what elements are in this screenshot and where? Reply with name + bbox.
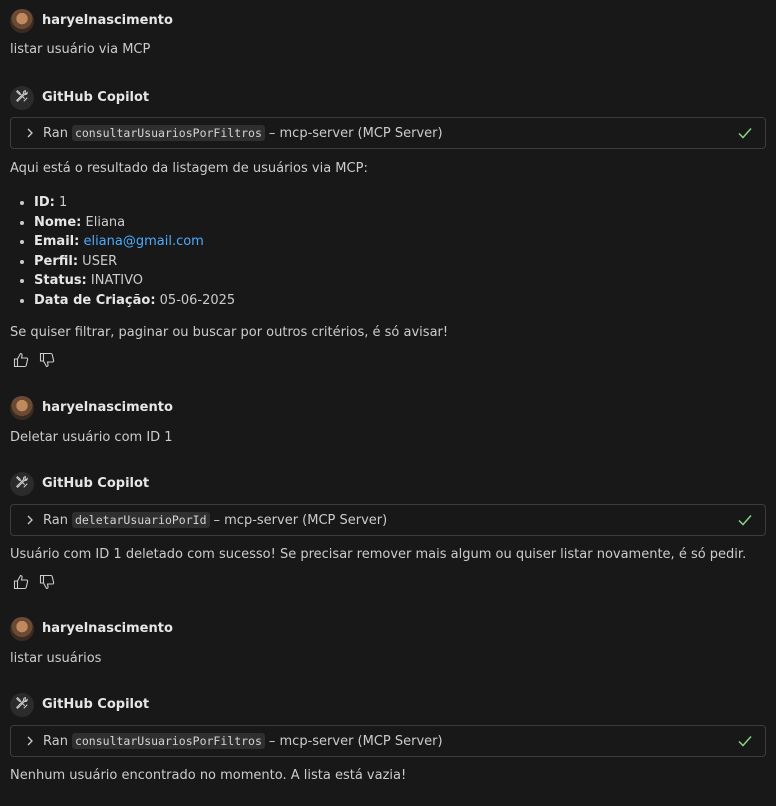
ran-label: Ran bbox=[43, 733, 68, 749]
detail-value: 05-06-2025 bbox=[155, 292, 236, 308]
copilot-avatar bbox=[10, 693, 34, 717]
copilot-name: GitHub Copilot bbox=[42, 476, 150, 491]
list-item: Perfil: USER bbox=[34, 252, 235, 272]
copilot-name: GitHub Copilot bbox=[42, 90, 150, 105]
email-link[interactable]: eliana@gmail.com bbox=[83, 234, 203, 249]
user-message: Deletar usuário com ID 1 bbox=[10, 430, 173, 445]
list-item: Data de Criação: 05-06-2025 bbox=[34, 291, 235, 311]
tool-server: – mcp-server (MCP Server) bbox=[268, 125, 443, 141]
user-avatar bbox=[10, 9, 34, 33]
tools-icon bbox=[15, 89, 29, 107]
user-avatar bbox=[10, 396, 34, 420]
list-item: Email: eliana@gmail.com bbox=[34, 232, 235, 252]
chevron-right-icon bbox=[25, 128, 39, 138]
thumbs-up-icon[interactable] bbox=[13, 574, 29, 590]
detail-value: Eliana bbox=[81, 214, 126, 230]
response-text: Nenhum usuário encontrado no momento. A … bbox=[10, 768, 407, 783]
response-text: Usuário com ID 1 deletado com sucesso! S… bbox=[10, 547, 747, 562]
tool-call-row[interactable]: Ran consultarUsuariosPorFiltros – mcp-se… bbox=[10, 117, 766, 149]
list-item: Status: INATIVO bbox=[34, 271, 235, 291]
check-icon bbox=[737, 512, 753, 532]
check-icon bbox=[737, 733, 753, 753]
detail-label: Email: bbox=[34, 234, 80, 249]
user-message: listar usuários bbox=[10, 651, 102, 666]
user-details-list: ID: 1 Nome: Eliana Email: eliana@gmail.c… bbox=[10, 193, 235, 310]
tool-server: – mcp-server (MCP Server) bbox=[213, 512, 388, 528]
copilot-name: GitHub Copilot bbox=[42, 697, 150, 712]
copilot-avatar bbox=[10, 472, 34, 496]
ran-label: Ran bbox=[43, 125, 68, 141]
list-item: Nome: Eliana bbox=[34, 213, 235, 233]
chevron-right-icon bbox=[25, 515, 39, 525]
detail-label: Status: bbox=[34, 273, 87, 288]
ran-label: Ran bbox=[43, 512, 68, 528]
user-name: haryelnascimento bbox=[42, 621, 173, 636]
tools-icon bbox=[15, 696, 29, 714]
detail-value: INATIVO bbox=[86, 273, 144, 288]
thumbs-down-icon[interactable] bbox=[39, 352, 55, 368]
thumbs-up-icon[interactable] bbox=[13, 352, 29, 368]
check-icon bbox=[737, 125, 753, 145]
detail-value: 1 bbox=[54, 195, 68, 210]
thumbs-down-icon[interactable] bbox=[39, 574, 55, 590]
response-intro: Aqui está o resultado da listagem de usu… bbox=[10, 161, 368, 176]
tools-icon bbox=[15, 475, 29, 493]
tool-name: consultarUsuariosPorFiltros bbox=[71, 733, 265, 749]
detail-label: Data de Criação: bbox=[34, 292, 156, 308]
tool-call-row[interactable]: Ran deletarUsuarioPorId – mcp-server (MC… bbox=[10, 504, 766, 536]
tool-name: consultarUsuariosPorFiltros bbox=[71, 125, 265, 141]
user-name: haryelnascimento bbox=[42, 13, 173, 28]
tool-name: deletarUsuarioPorId bbox=[71, 512, 210, 528]
detail-label: ID: bbox=[34, 195, 55, 210]
user-message: listar usuário via MCP bbox=[10, 42, 151, 57]
feedback-bar bbox=[13, 574, 55, 590]
detail-label: Perfil: bbox=[34, 253, 79, 269]
list-item: ID: 1 bbox=[34, 193, 235, 213]
feedback-bar bbox=[13, 352, 55, 368]
detail-label: Nome: bbox=[34, 214, 82, 230]
user-name: haryelnascimento bbox=[42, 400, 173, 415]
chevron-right-icon bbox=[25, 736, 39, 746]
copilot-avatar bbox=[10, 86, 34, 110]
user-avatar bbox=[10, 617, 34, 641]
tool-server: – mcp-server (MCP Server) bbox=[268, 733, 443, 749]
tool-call-row[interactable]: Ran consultarUsuariosPorFiltros – mcp-se… bbox=[10, 725, 766, 757]
response-outro: Se quiser filtrar, paginar ou buscar por… bbox=[10, 325, 449, 340]
detail-value: USER bbox=[78, 253, 118, 269]
